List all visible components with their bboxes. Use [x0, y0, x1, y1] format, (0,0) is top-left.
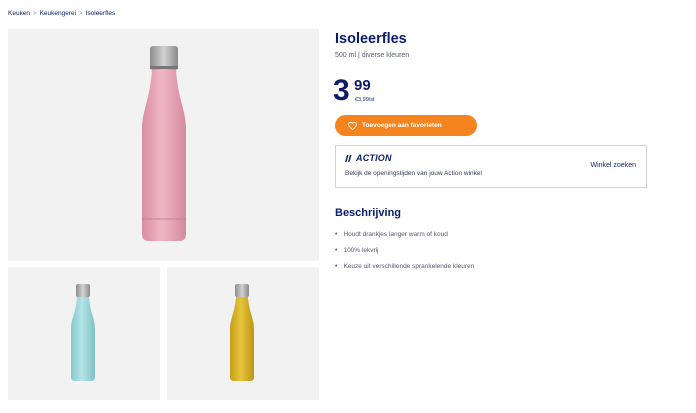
add-to-favorites-button[interactable]: Toevoegen aan favorieten [335, 115, 477, 136]
find-store-link[interactable]: Winkel zoeken [590, 162, 636, 169]
add-to-favorites-label: Toevoegen aan favorieten [362, 122, 442, 129]
store-finder-box: ACTION Bekijk de openingstijden van jouw… [335, 145, 647, 188]
bullet-icon: • [335, 246, 338, 254]
product-subtitle: 500 ml | diverse kleuren [335, 52, 410, 59]
action-logo-text: ACTION [356, 153, 392, 163]
description-item-text: Houdt drankjes langer warm of koud [343, 230, 448, 238]
description-item: • 100% lekvrij [335, 242, 474, 258]
price-cents: 99 [354, 77, 371, 94]
description-item-text: Keuze uit verschillende sprankelende kle… [343, 262, 475, 270]
description-list: • Houdt drankjes langer warm of koud • 100… [335, 226, 474, 274]
breadcrumb: Keuken > Keukengerei > Isoleerfles [8, 10, 115, 17]
action-logo: ACTION [345, 153, 392, 163]
description-item: • Keuze uit verschillende sprankelende kl… [335, 258, 474, 274]
action-logo-stripes-icon [345, 154, 352, 162]
breadcrumb-item-keukengerei[interactable]: Keukengerei [40, 10, 77, 17]
product-thumbnail-turquoise[interactable] [8, 267, 160, 400]
pink-bottle-image [142, 46, 186, 241]
turquoise-bottle-image [71, 284, 95, 381]
breadcrumb-separator: > [33, 10, 37, 17]
breadcrumb-separator: > [79, 10, 83, 17]
breadcrumb-item-keuken[interactable]: Keuken [8, 10, 30, 17]
price-whole: 3 [333, 74, 350, 107]
bullet-icon: • [335, 262, 338, 270]
product-title: Isoleerfles [335, 31, 407, 47]
breadcrumb-item-current: Isoleerfles [85, 10, 116, 17]
yellow-bottle-image [230, 284, 254, 381]
product-image-main[interactable] [8, 29, 319, 261]
product-thumbnail-yellow[interactable] [167, 267, 319, 400]
price-per-unit: €3,99/st [355, 97, 375, 103]
bullet-icon: • [335, 230, 338, 238]
store-description: Bekijk de openingstijden van jouw Action… [345, 170, 482, 177]
description-item-text: 100% lekvrij [343, 246, 379, 254]
description-item: • Houdt drankjes langer warm of koud [335, 226, 474, 242]
description-heading: Beschrijving [335, 207, 402, 219]
heart-icon [348, 121, 357, 130]
